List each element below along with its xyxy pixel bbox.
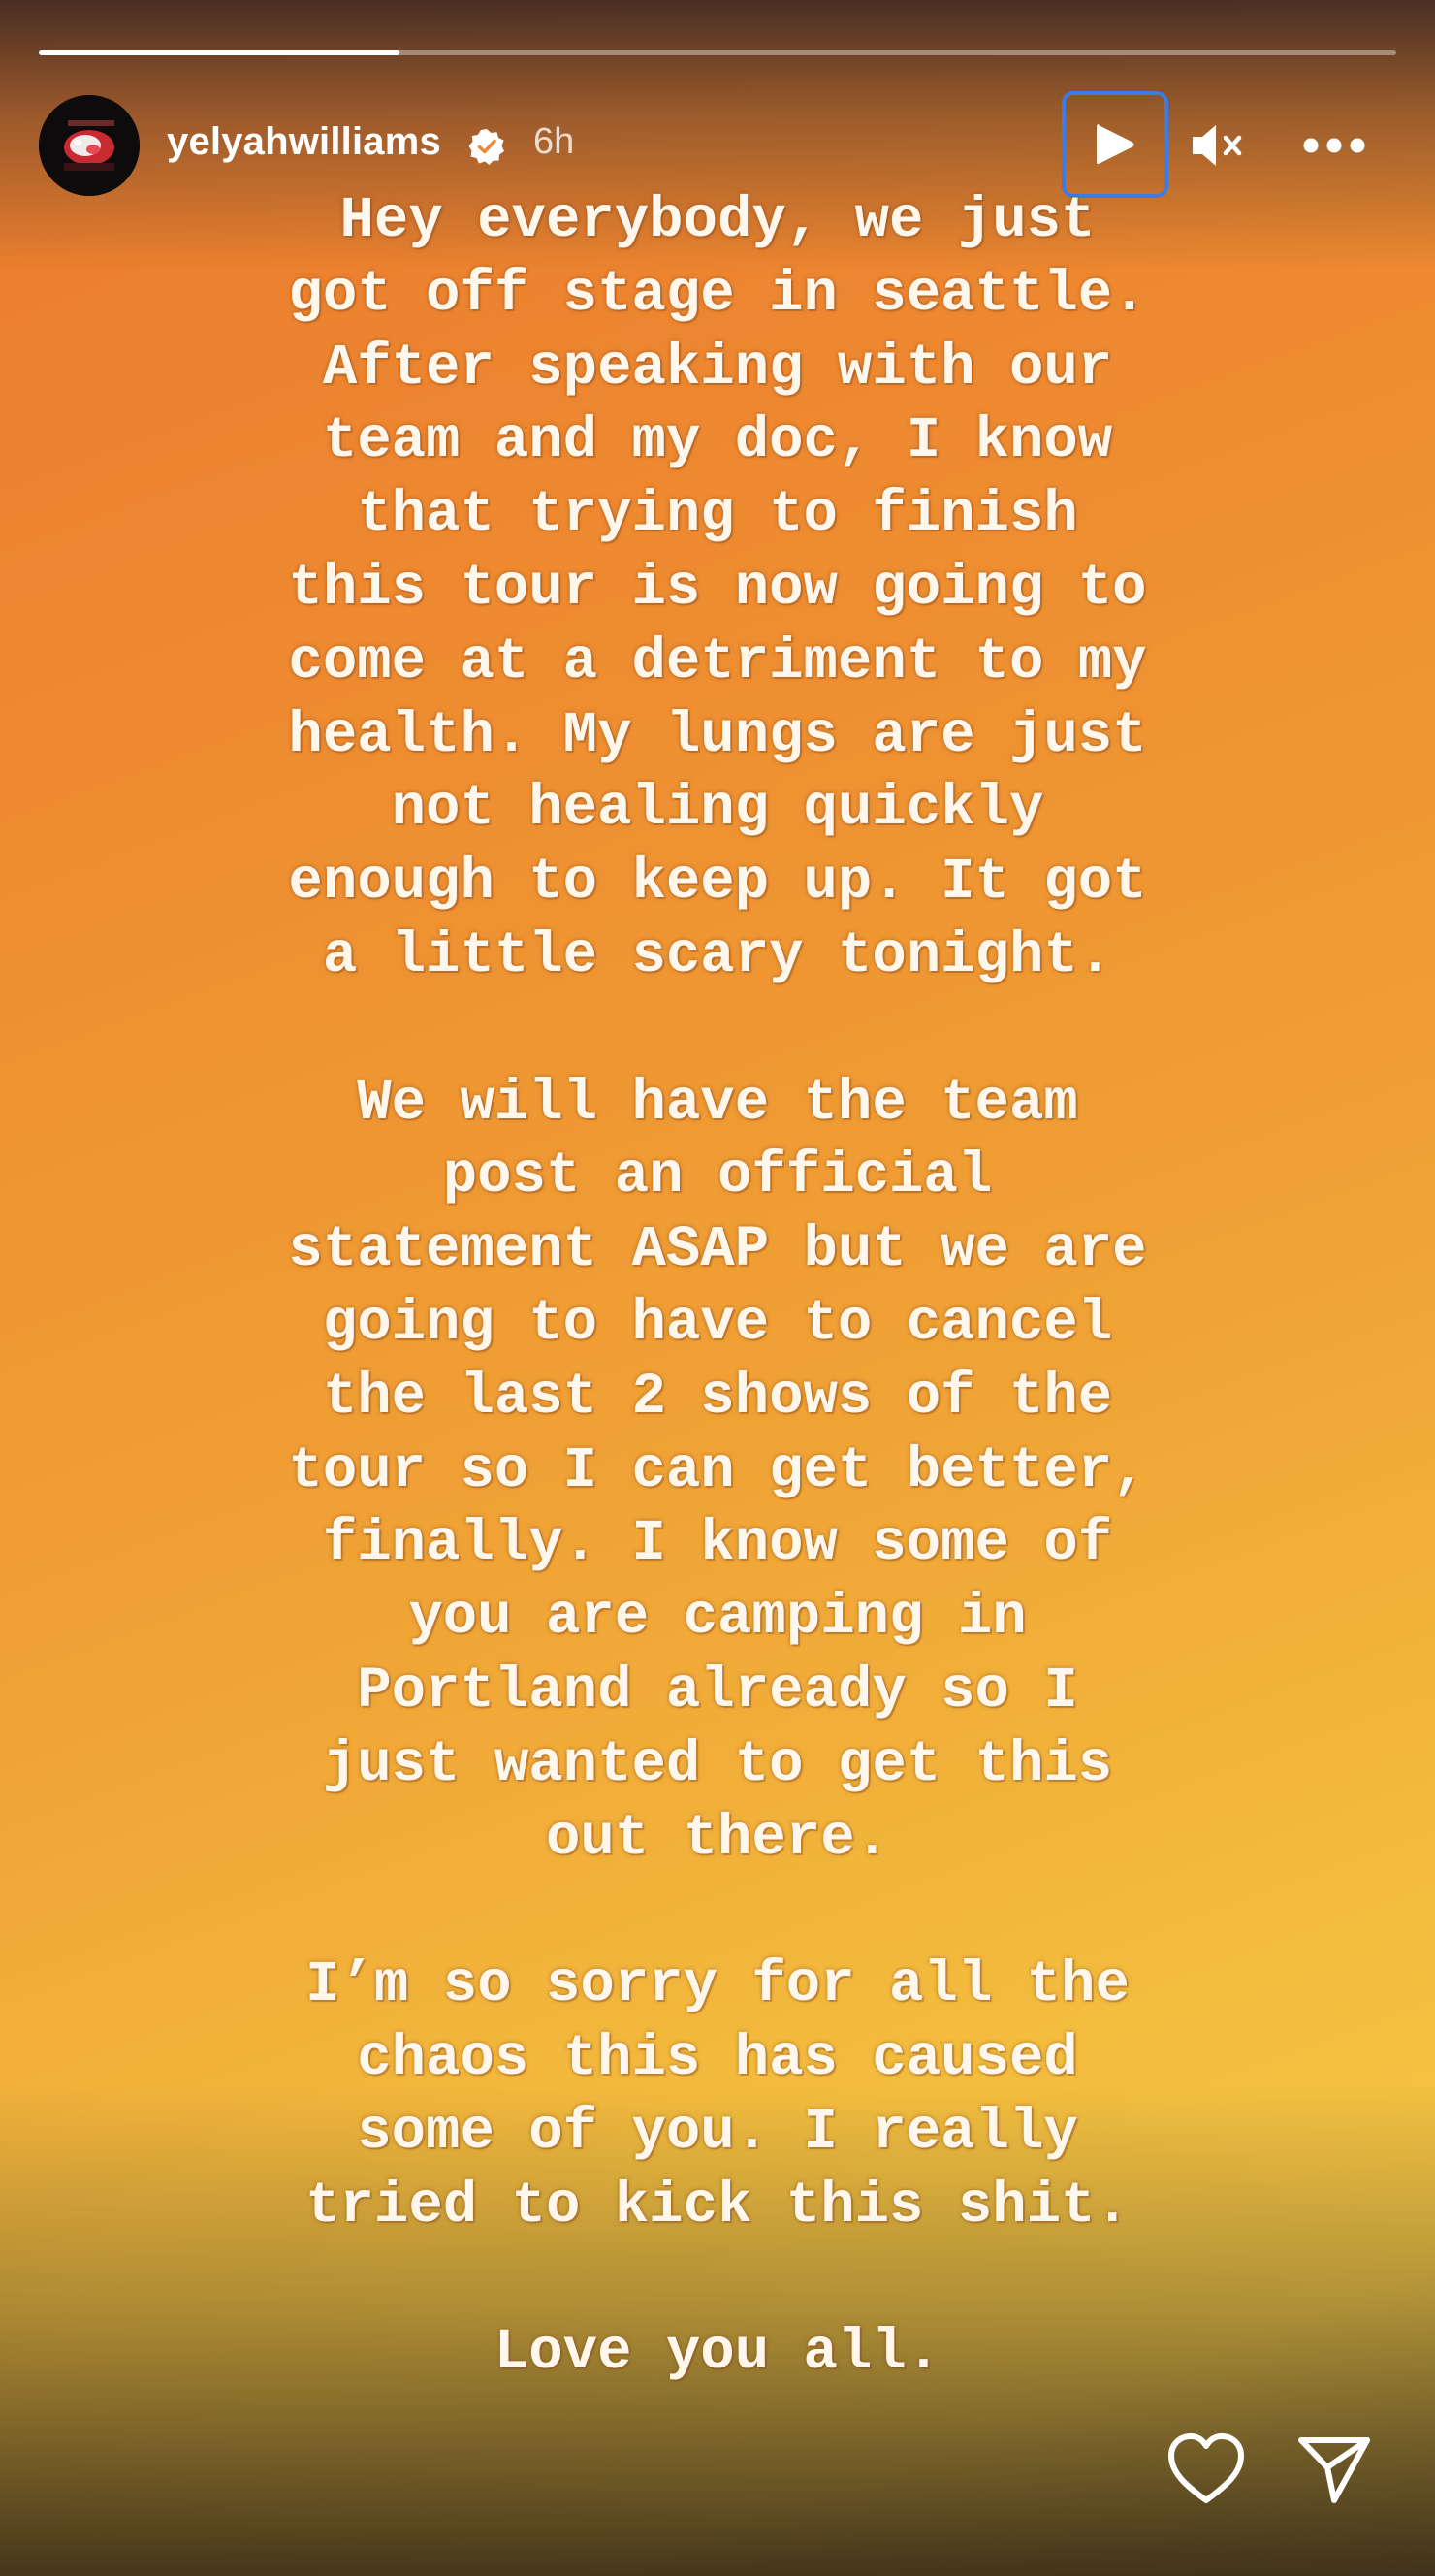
story-text-line: out there. — [545, 1805, 890, 1871]
story-text-line: just wanted to get this — [322, 1731, 1113, 1797]
story-text-line: I’m so sorry for all the — [305, 1952, 1130, 2018]
story-text-line: that trying to finish — [357, 482, 1078, 548]
heart-icon — [1168, 2433, 1244, 2503]
story-text-line — [145, 1875, 1290, 1948]
avatar[interactable] — [39, 95, 140, 196]
story-text-line: Love you all. — [494, 2320, 941, 2386]
story-header: yelyahwilliams 6h — [39, 91, 1396, 198]
story-text-line — [145, 2242, 1290, 2316]
mute-button[interactable] — [1189, 116, 1247, 175]
story-text-line: this tour is now going to — [288, 555, 1147, 621]
story-text-line: some of you. I really — [357, 2099, 1078, 2165]
profile-photo-icon — [39, 95, 140, 196]
story-progress-bar — [39, 50, 1396, 55]
send-icon — [1298, 2437, 1370, 2503]
story-text-block: Hey everybody, we just got off stage in s… — [145, 184, 1290, 2390]
play-button[interactable] — [1062, 91, 1168, 198]
story-viewer: yelyahwilliams 6h Hey everybody, we just… — [0, 0, 1435, 2576]
story-text-line: tour so I can get better, — [288, 1437, 1147, 1503]
story-text-line: not healing quickly — [391, 776, 1044, 842]
share-button[interactable] — [1295, 2432, 1373, 2506]
like-button[interactable] — [1165, 2432, 1247, 2506]
story-text-line: the last 2 shows of the — [322, 1364, 1113, 1430]
story-text-line: health. My lungs are just — [288, 702, 1147, 768]
play-icon — [1097, 124, 1134, 164]
story-text-line: a little scary tonight. — [322, 922, 1113, 988]
story-text-line: team and my doc, I know — [322, 408, 1113, 474]
story-text-line: tried to kick this shit. — [305, 2173, 1130, 2238]
story-text-line: statement ASAP but we are — [288, 1217, 1147, 1283]
more-horizontal-icon — [1303, 138, 1365, 153]
story-text-line: Portland already so I — [357, 1658, 1078, 1723]
story-text-line: Hey everybody, we just — [339, 188, 1096, 253]
story-text-line: going to have to cancel — [322, 1290, 1113, 1356]
story-text-line: you are camping in — [408, 1585, 1027, 1651]
story-progress-fill — [39, 50, 400, 55]
story-text-line: enough to keep up. It got — [288, 850, 1147, 916]
post-time: 6h — [533, 121, 575, 162]
story-text-line: finally. I know some of — [322, 1511, 1113, 1577]
story-text-line: After speaking with our — [322, 335, 1113, 401]
story-text-line: post an official — [442, 1143, 993, 1209]
story-text-line: got off stage in seattle. — [288, 261, 1147, 327]
story-text-line: come at a detriment to my — [288, 628, 1147, 694]
story-text-line: We will have the team — [357, 1070, 1078, 1136]
speaker-muted-icon — [1193, 125, 1242, 166]
story-text-line — [145, 993, 1290, 1067]
username[interactable]: yelyahwilliams — [167, 120, 441, 164]
more-options-button[interactable] — [1295, 124, 1373, 167]
verified-badge-icon — [468, 129, 504, 165]
story-text-line: chaos this has caused — [357, 2025, 1078, 2091]
